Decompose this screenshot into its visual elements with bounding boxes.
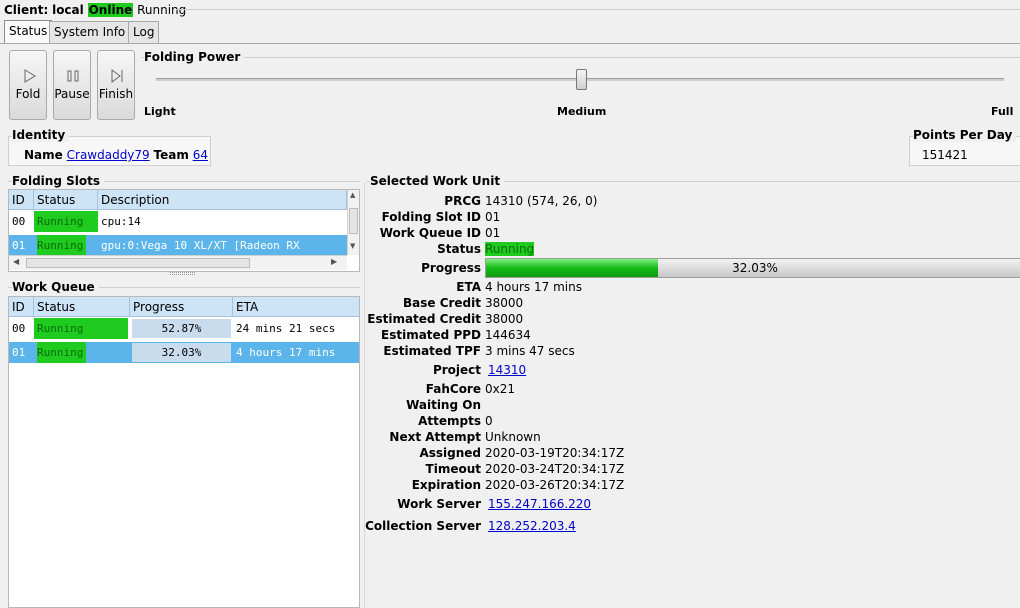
finish-icon <box>111 69 123 83</box>
pause-icon <box>67 70 79 82</box>
attempts-value: 0 <box>485 414 493 428</box>
tab-status[interactable]: Status <box>4 20 53 44</box>
tab-bar-border <box>0 43 1020 44</box>
est-ppd-value: 144634 <box>485 328 531 342</box>
wq-col-id[interactable]: ID <box>9 297 34 317</box>
wq-row-0-status: Running <box>34 318 128 339</box>
wq-col-progress[interactable]: Progress <box>130 297 233 317</box>
online-badge: Online <box>87 3 134 17</box>
expiration-value: 2020-03-26T20:34:17Z <box>485 478 625 492</box>
folding-power-rule <box>141 57 1020 58</box>
slot-row-1-description[interactable]: gpu:0:Vega 10 XL/XT [Radeon RX <box>98 235 347 256</box>
pause-button-label: Pause <box>54 87 90 101</box>
fahcore-value: 0x21 <box>485 382 516 396</box>
slot-row-0-status[interactable]: Running <box>34 211 98 232</box>
base-credit-value: 38000 <box>485 296 524 310</box>
scroll-right-icon[interactable]: ▶ <box>331 257 337 266</box>
selected-wu-title: Selected Work Unit <box>370 174 505 188</box>
slider-label-light: Light <box>144 105 176 118</box>
wq-col-eta[interactable]: ETA <box>233 297 359 317</box>
slot-id-value: 01 <box>485 210 501 224</box>
tab-system-info[interactable]: System Info <box>49 21 131 43</box>
fold-button-label: Fold <box>15 87 41 101</box>
slider-label-full: Full <box>991 105 1014 118</box>
est-tpf-value: 3 mins 47 secs <box>485 344 575 358</box>
top-divider <box>176 9 1020 10</box>
slot-row-0-description[interactable]: cpu:14 <box>98 211 347 232</box>
work-queue-table: ID Status Progress ETA 00 Running 52.87%… <box>8 296 360 608</box>
identity-row: Name Crawdaddy79 Team 64 <box>24 148 208 162</box>
wq-row-1-status: Running <box>37 342 87 363</box>
client-name: local <box>52 3 84 17</box>
next-attempt-value: Unknown <box>485 430 541 444</box>
wq-row-1-progress: 32.03% <box>132 343 231 362</box>
finish-button[interactable]: Finish <box>97 50 135 120</box>
project-link[interactable]: 14310 <box>488 363 526 377</box>
wq-row-1-progress-cell[interactable]: 32.03% <box>130 342 233 363</box>
finish-button-label: Finish <box>98 87 134 101</box>
eta-value: 4 hours 17 mins <box>485 280 582 294</box>
wq-row-0-status-cell[interactable]: Running <box>34 318 130 339</box>
client-label: Client: <box>4 3 49 17</box>
slot-row-0-id[interactable]: 00 <box>9 211 34 232</box>
wu-progress-text: 32.03% <box>732 261 778 275</box>
est-credit-value: 38000 <box>485 312 524 326</box>
slots-vertical-scrollbar[interactable]: ▲ ▼ <box>347 190 359 255</box>
work-queue-title: Work Queue <box>12 280 99 294</box>
slots-horizontal-thumb[interactable] <box>26 258 250 268</box>
tab-log[interactable]: Log <box>128 21 160 43</box>
queue-id-value: 01 <box>485 226 501 240</box>
wq-row-0-progress: 52.87% <box>132 319 231 338</box>
fold-button[interactable]: Fold <box>9 50 47 120</box>
identity-title: Identity <box>12 128 70 142</box>
wq-row-0-id[interactable]: 00 <box>9 318 34 339</box>
timeout-value: 2020-03-24T20:34:17Z <box>485 462 625 476</box>
team-link[interactable]: 64 <box>193 148 208 162</box>
name-label: Name <box>24 148 63 162</box>
pause-button[interactable]: Pause <box>53 50 91 120</box>
ppd-title: Points Per Day <box>913 128 1017 142</box>
scroll-left-icon[interactable]: ◀ <box>13 257 19 266</box>
play-icon <box>24 69 36 83</box>
wu-progress-bar: 32.03% <box>485 258 1020 278</box>
slots-col-description[interactable]: Description <box>98 190 347 210</box>
pane-splitter[interactable] <box>364 182 367 608</box>
folding-power-slider-thumb[interactable] <box>576 69 587 90</box>
identity-name-link[interactable]: Crawdaddy79 <box>67 148 150 162</box>
assigned-value: 2020-03-19T20:34:17Z <box>485 446 625 460</box>
slots-vertical-thumb[interactable] <box>349 208 358 234</box>
folding-power-title: Folding Power <box>144 50 245 64</box>
slots-col-id[interactable]: ID <box>9 190 34 210</box>
slot-row-1-status: Running <box>37 235 87 256</box>
wq-row-0-eta[interactable]: 24 mins 21 secs <box>233 318 359 339</box>
folding-slots-title: Folding Slots <box>12 174 104 188</box>
work-server-link[interactable]: 155.247.166.220 <box>488 497 591 511</box>
client-state: Running <box>137 3 187 17</box>
slot-row-1-status-cell[interactable]: Running <box>34 235 98 256</box>
slots-horizontal-scrollbar[interactable]: ◀ ▶ <box>9 255 347 270</box>
slots-col-status[interactable]: Status <box>34 190 98 210</box>
wq-col-status[interactable]: Status <box>34 297 130 317</box>
wq-row-1-eta[interactable]: 4 hours 17 mins <box>233 342 359 363</box>
ppd-value: 151421 <box>922 148 968 162</box>
slot-row-1-id[interactable]: 01 <box>9 235 34 256</box>
slider-label-medium: Medium <box>557 105 607 118</box>
splitter-handle[interactable] <box>170 272 195 275</box>
client-status-line: Client: local Online Running <box>4 2 186 18</box>
team-label: Team <box>153 148 189 162</box>
scroll-up-icon[interactable]: ▲ <box>350 191 355 199</box>
scroll-down-icon[interactable]: ▼ <box>350 242 355 250</box>
wq-row-0-progress-cell[interactable]: 52.87% <box>130 318 233 339</box>
wq-row-1-id[interactable]: 01 <box>9 342 34 363</box>
wq-row-1-status-cell[interactable]: Running <box>34 342 130 363</box>
folding-slots-table: ID Status Description 00 Running cpu:14 … <box>8 189 360 272</box>
status-badge: Running <box>485 242 535 256</box>
collection-server-link[interactable]: 128.252.203.4 <box>488 519 576 533</box>
prcg-value: 14310 (574, 26, 0) <box>485 194 598 208</box>
